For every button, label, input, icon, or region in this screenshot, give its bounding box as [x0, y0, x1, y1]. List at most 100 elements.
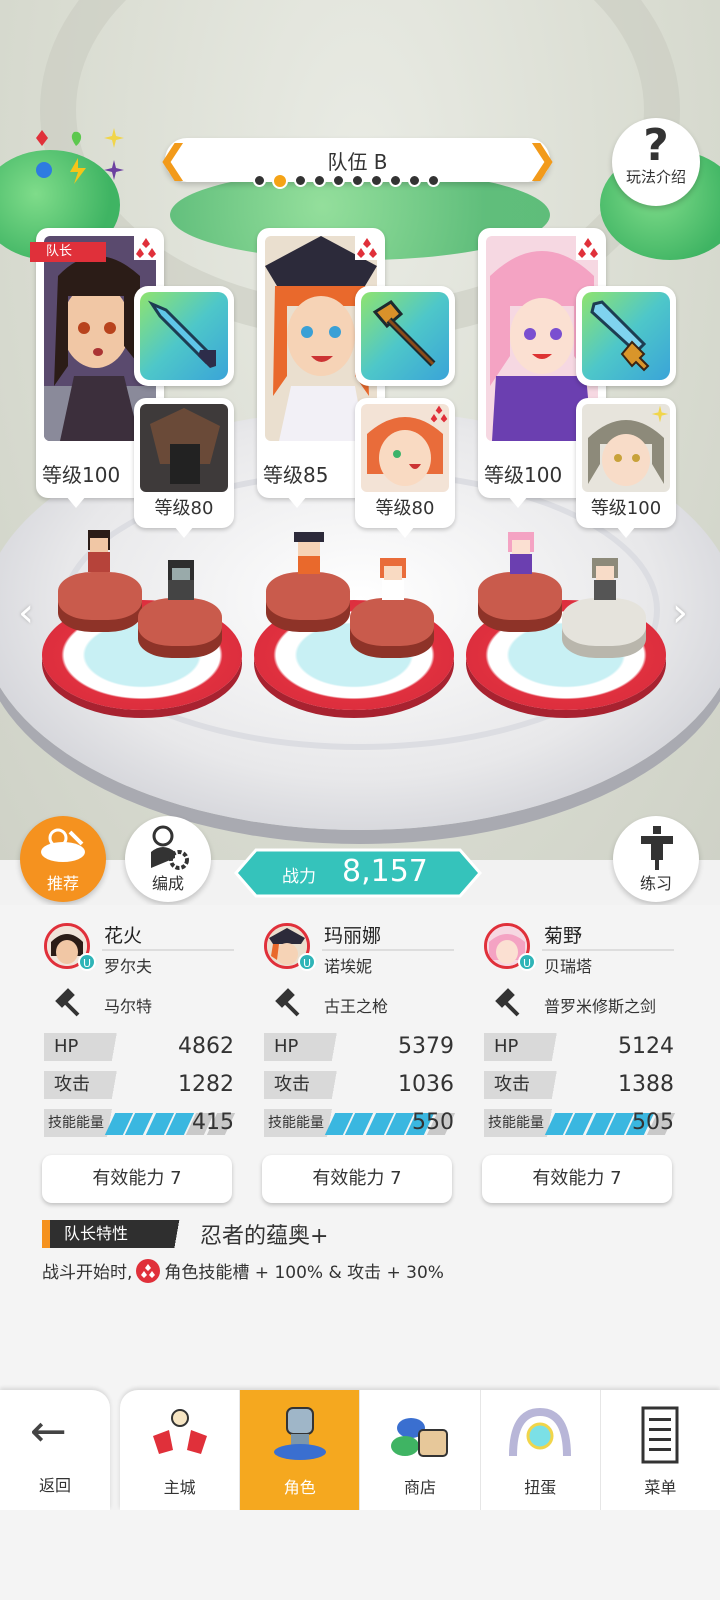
element-chart-graphic: [36, 128, 124, 184]
unit-badge-icon: U: [78, 953, 96, 971]
tab-character[interactable]: 角色: [240, 1390, 361, 1510]
attack-label: 攻击: [484, 1071, 570, 1099]
page-dot[interactable]: [272, 173, 288, 189]
tab-label: 主城: [163, 1478, 196, 1497]
diamond-suit-icon: [355, 236, 379, 260]
formation-gear-icon: [151, 825, 189, 870]
team-stats-panel: U 花火 罗尔夫 马尔特 HP 4862 攻击 1282 技能能量 415 有效…: [0, 905, 720, 1420]
hp-label: HP: [264, 1033, 350, 1061]
skill-energy-value: 550: [412, 1110, 454, 1135]
card-pointer: [287, 496, 307, 508]
pedestal: [562, 598, 646, 646]
character-level: 等级100: [42, 463, 121, 487]
weapon-background: [361, 292, 449, 380]
attack-value: 1388: [618, 1072, 674, 1097]
member-class: 罗尔夫: [104, 957, 153, 976]
trait-desc-suffix: 角色技能槽 + 100% & 攻击 + 30%: [164, 1263, 444, 1283]
scene-left-arrow-icon[interactable]: ‹: [18, 590, 34, 636]
spear-icon: [147, 300, 216, 368]
member-class: 诺埃妮: [324, 957, 373, 976]
sub-character-card-3[interactable]: 等级100: [576, 398, 676, 538]
page-dot[interactable]: [408, 174, 421, 187]
weapon-slot-2[interactable]: [355, 286, 455, 386]
page-dot[interactable]: [389, 174, 402, 187]
page-dot[interactable]: [332, 174, 345, 187]
effective-ability-button[interactable]: 有效能力 7: [482, 1155, 672, 1203]
hp-value: 5124: [618, 1034, 674, 1059]
tab-menu[interactable]: 菜单: [601, 1390, 720, 1510]
scene-right-arrow-icon[interactable]: ›: [672, 590, 688, 636]
card-pointer: [66, 496, 86, 508]
recommend-button[interactable]: 推荐: [20, 816, 106, 902]
pedestal: [58, 572, 142, 620]
member-class: 贝瑞塔: [544, 957, 593, 976]
practice-label: 练习: [639, 874, 672, 893]
effective-ability-button[interactable]: 有效能力 7: [262, 1155, 452, 1203]
diamond-suit-graphic: [141, 1263, 156, 1278]
menu-icon: [641, 1406, 679, 1464]
team-title: 队伍 B: [327, 150, 388, 174]
character-sprite: [592, 558, 618, 600]
diamond-suit-icon: [136, 1258, 161, 1283]
effective-ability-button[interactable]: 有效能力 7: [42, 1155, 232, 1203]
page-dot[interactable]: [351, 174, 364, 187]
back-label: 返回: [38, 1476, 71, 1495]
formation-label: 编成: [151, 874, 184, 893]
weapon-slot-1[interactable]: [134, 286, 234, 386]
attack-value: 1282: [178, 1072, 234, 1097]
page-dot[interactable]: [253, 174, 266, 187]
practice-button[interactable]: 练习: [613, 816, 699, 902]
weapon-icon: [495, 988, 520, 1017]
formation-button[interactable]: 编成: [125, 816, 211, 902]
next-team-chevron-icon[interactable]: ❯: [526, 140, 558, 178]
weapon-name: 普罗米修斯之剑: [544, 997, 657, 1016]
leader-trait-label: 队长特性: [42, 1220, 192, 1248]
divider: [102, 949, 234, 951]
diamond-suit-icon: [134, 236, 158, 260]
card-pointer: [395, 526, 415, 538]
tab-shop[interactable]: 商店: [360, 1390, 481, 1510]
team-page-dots: [253, 173, 440, 189]
hp-label: HP: [484, 1033, 570, 1061]
back-button[interactable]: ← 返回: [0, 1390, 110, 1510]
page-dot[interactable]: [427, 174, 440, 187]
pedestal: [266, 572, 350, 620]
skill-energy-value: 415: [192, 1110, 234, 1135]
pedestal: [350, 598, 434, 646]
weapon-background: [582, 292, 670, 380]
sub-character-card-1[interactable]: 等级80: [134, 398, 234, 538]
bottom-navigation: ← 返回 主城 角色 商店 扭蛋 菜单: [0, 1390, 720, 1510]
trait-desc-prefix: 战斗开始时,: [42, 1263, 133, 1283]
divider: [322, 949, 454, 951]
pedestal: [478, 572, 562, 620]
attack-row: 攻击 1282: [44, 1071, 234, 1099]
axe-icon: [372, 300, 436, 367]
member-name: 花火: [104, 925, 143, 947]
help-label: 玩法介绍: [625, 168, 686, 186]
page-dot[interactable]: [370, 174, 383, 187]
sub-character-level: 等级100: [590, 498, 662, 519]
diamond-suit-icon: [430, 405, 448, 423]
page-dot[interactable]: [313, 174, 326, 187]
attack-label: 攻击: [264, 1071, 350, 1099]
character-sprite: [294, 532, 324, 574]
hp-value: 5379: [398, 1034, 454, 1059]
back-arrow-icon: ←: [30, 1406, 67, 1457]
tab-gacha[interactable]: 扭蛋: [481, 1390, 601, 1510]
hp-value: 4862: [178, 1034, 234, 1059]
power-label: 战力: [282, 867, 316, 887]
page-dot[interactable]: [294, 174, 307, 187]
sub-character-card-2[interactable]: 等级80: [355, 398, 455, 538]
tab-label: 扭蛋: [524, 1478, 557, 1497]
attack-label: 攻击: [44, 1071, 130, 1099]
diamond-suit-icon: [576, 236, 600, 260]
tab-castle[interactable]: 主城: [120, 1390, 241, 1510]
element-affinity-icon[interactable]: [34, 126, 130, 186]
weapon-slot-3[interactable]: [576, 286, 676, 386]
member-name: 菊野: [544, 925, 583, 947]
attack-row: 攻击 1036: [264, 1071, 454, 1099]
help-button[interactable]: ? 玩法介绍: [612, 118, 700, 206]
weapon-background: [140, 292, 228, 380]
skill-energy-row: 技能能量 505: [484, 1109, 676, 1137]
leader-trait-name: 忍者的蕴奥+: [200, 1224, 329, 1249]
